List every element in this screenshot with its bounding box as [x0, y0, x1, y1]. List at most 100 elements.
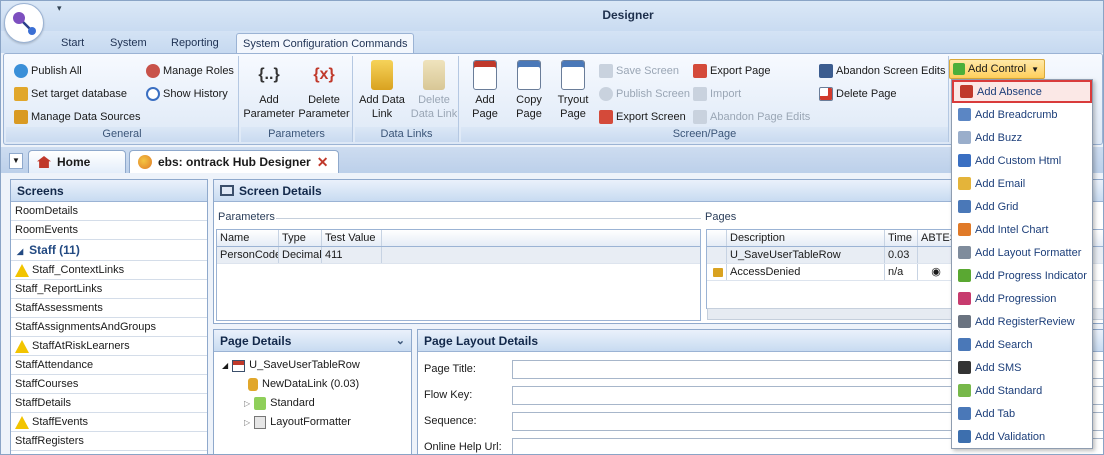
- expand-arrow-icon[interactable]: ◢: [222, 356, 228, 375]
- copy-page-button[interactable]: Copy Page: [509, 60, 549, 121]
- clock-icon: [146, 87, 160, 101]
- title-bar: ▾ Designer: [1, 1, 1103, 31]
- export-page-icon: [693, 64, 707, 78]
- column-type[interactable]: Type: [279, 230, 322, 246]
- tree-node-standard[interactable]: ▷ Standard: [222, 394, 411, 413]
- abandon-page-icon: [693, 110, 707, 124]
- menu-item-add-progression[interactable]: Add Progression: [952, 287, 1092, 310]
- set-target-database-button[interactable]: Set target database: [14, 84, 127, 104]
- page-time-cell: 0.03: [885, 247, 918, 263]
- add-parameter-button[interactable]: {..} Add Parameter: [243, 60, 295, 121]
- menu-item-add-email[interactable]: Add Email: [952, 172, 1092, 195]
- delete-data-link-button[interactable]: Delete Data Link: [409, 60, 459, 121]
- list-item[interactable]: Staff_ReportLinks: [11, 280, 207, 299]
- publish-screen-button[interactable]: Publish Screen: [599, 84, 690, 104]
- delete-parameter-button[interactable]: {x} Delete Parameter: [297, 60, 351, 121]
- manage-roles-button[interactable]: Manage Roles: [146, 61, 234, 81]
- braces-icon: {..}: [258, 66, 280, 83]
- publish-all-button[interactable]: Publish All: [14, 61, 82, 81]
- column-description[interactable]: Description: [727, 230, 885, 246]
- menu-item-add-absence[interactable]: Add Absence: [952, 80, 1092, 103]
- tryout-page-button[interactable]: Tryout Page: [553, 60, 593, 121]
- menu-item-add-intel-chart[interactable]: Add Intel Chart: [952, 218, 1092, 241]
- menu-item-add-buzz[interactable]: Add Buzz: [952, 126, 1092, 149]
- pages-label: Pages: [705, 211, 737, 223]
- page-abtes-radio[interactable]: ◉: [918, 264, 952, 280]
- menu-item-add-validation[interactable]: Add Validation: [952, 425, 1092, 448]
- tab-list-dropdown-icon[interactable]: ▼: [9, 153, 23, 169]
- tab-reporting[interactable]: Reporting: [165, 33, 225, 53]
- menu-item-add-grid[interactable]: Add Grid: [952, 195, 1092, 218]
- intel-chart-icon: [958, 223, 971, 236]
- layout-formatter-icon: [254, 416, 267, 429]
- abandon-screen-edits-button[interactable]: Abandon Screen Edits: [819, 61, 945, 81]
- add-page-button[interactable]: Add Page: [465, 60, 505, 121]
- progress-indicator-icon: [958, 269, 971, 282]
- import-button[interactable]: Import: [693, 84, 741, 104]
- add-data-link-button[interactable]: Add Data Link: [357, 60, 407, 121]
- manage-data-sources-button[interactable]: Manage Data Sources: [14, 107, 140, 127]
- tab-designer[interactable]: ebs: ontrack Hub Designer ✕: [129, 150, 339, 173]
- list-item[interactable]: StaffAttendance: [11, 356, 207, 375]
- staff-group-header[interactable]: ◢ Staff (11): [11, 240, 207, 261]
- list-item[interactable]: StaffAssignmentsAndGroups: [11, 318, 207, 337]
- ribbon: Publish All Set target database Manage D…: [3, 53, 1103, 145]
- list-item[interactable]: StaffAssessments: [11, 299, 207, 318]
- menu-item-add-standard[interactable]: Add Standard: [952, 379, 1092, 402]
- monitor-icon: [220, 185, 234, 196]
- add-control-button[interactable]: Add Control ▼: [949, 59, 1045, 79]
- menu-item-add-sms[interactable]: Add SMS: [952, 356, 1092, 379]
- list-item[interactable]: StaffEvents: [11, 413, 207, 432]
- expand-arrow-icon[interactable]: ▷: [244, 394, 250, 413]
- page-tree: ◢ U_SaveUserTableRow NewDataLink (0.03) …: [214, 352, 411, 432]
- tree-node-layoutformatter[interactable]: ▷ LayoutFormatter: [222, 413, 411, 432]
- list-item[interactable]: StaffRegisters: [11, 432, 207, 451]
- app-logo-icon[interactable]: [4, 3, 44, 43]
- tab-start[interactable]: Start: [55, 33, 90, 53]
- tab-system-configuration-commands[interactable]: System Configuration Commands: [236, 33, 415, 53]
- database-icon: [371, 60, 393, 90]
- column-test-value[interactable]: Test Value: [322, 230, 382, 246]
- menu-item-add-search[interactable]: Add Search: [952, 333, 1092, 356]
- menu-item-add-registerreview[interactable]: Add RegisterReview: [952, 310, 1092, 333]
- group-general: Publish All Set target database Manage D…: [6, 56, 239, 142]
- list-item[interactable]: StaffAtRiskLearners: [11, 337, 207, 356]
- tree-root[interactable]: ◢ U_SaveUserTableRow: [222, 356, 411, 375]
- export-screen-button[interactable]: Export Screen: [599, 107, 686, 127]
- page-abtes-cell[interactable]: [918, 247, 952, 263]
- list-item[interactable]: Staff_ContextLinks: [11, 261, 207, 280]
- delete-page-icon: [819, 87, 833, 101]
- list-item[interactable]: RoomDetails: [11, 202, 207, 221]
- list-item[interactable]: StaffCourses: [11, 375, 207, 394]
- list-item[interactable]: RoomEvents: [11, 221, 207, 240]
- collapse-icon[interactable]: ⌄: [396, 330, 405, 351]
- tree-node-datalink[interactable]: NewDataLink (0.03): [222, 375, 411, 394]
- export-page-button[interactable]: Export Page: [693, 61, 771, 81]
- page-time-cell: n/a: [885, 264, 918, 280]
- progression-icon: [958, 292, 971, 305]
- close-icon[interactable]: ✕: [317, 151, 329, 173]
- save-screen-button[interactable]: Save Screen: [599, 61, 679, 81]
- column-name[interactable]: Name: [217, 230, 279, 246]
- show-history-button[interactable]: Show History: [146, 84, 228, 104]
- page-icon: [232, 359, 246, 372]
- tab-system[interactable]: System: [104, 33, 153, 53]
- group-label-screen-page: Screen/Page: [461, 127, 948, 142]
- column-time[interactable]: Time: [885, 230, 918, 246]
- menu-item-add-progress-indicator[interactable]: Add Progress Indicator: [952, 264, 1092, 287]
- collapse-arrow-icon[interactable]: ◢: [17, 247, 23, 256]
- menu-item-add-tab[interactable]: Add Tab: [952, 402, 1092, 425]
- group-screen-page: Add Page Copy Page Tryout Page Save Scre…: [461, 56, 949, 142]
- delete-page-button[interactable]: Delete Page: [819, 84, 897, 104]
- menu-item-add-custom-html[interactable]: Add Custom Html: [952, 149, 1092, 172]
- expand-arrow-icon[interactable]: ▷: [244, 413, 250, 432]
- menu-item-add-breadcrumb[interactable]: Add Breadcrumb: [952, 103, 1092, 126]
- table-row[interactable]: PersonCode Decimal 411: [217, 247, 700, 264]
- menu-item-add-layout-formatter[interactable]: Add Layout Formatter: [952, 241, 1092, 264]
- globe-icon: [14, 64, 28, 78]
- abandon-page-edits-button[interactable]: Abandon Page Edits: [693, 107, 810, 127]
- tab-home[interactable]: Home: [28, 150, 126, 173]
- column-abtes[interactable]: ABTES: [918, 230, 952, 246]
- list-item[interactable]: StaffDetails: [11, 394, 207, 413]
- param-value-cell[interactable]: 411: [322, 247, 382, 263]
